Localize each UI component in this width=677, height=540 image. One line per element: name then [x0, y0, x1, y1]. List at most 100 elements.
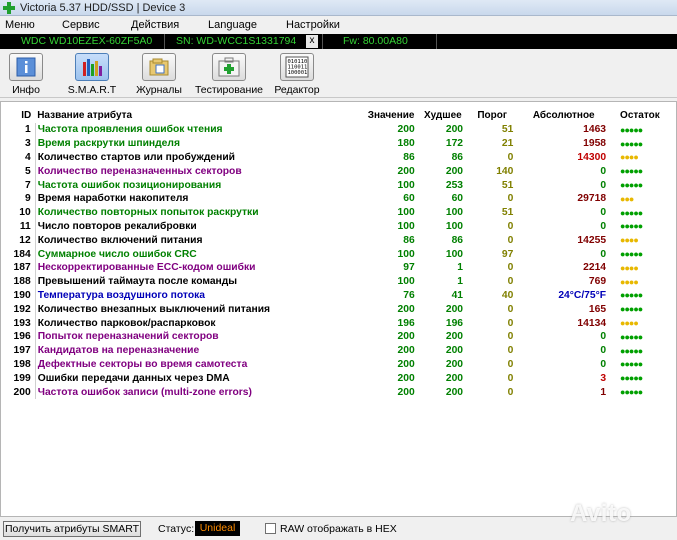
table-row[interactable]: 1 Частота проявления ошибок чтения 200 200 5… [5, 123, 669, 137]
table-row[interactable]: 4 Количество стартов или пробуждений 86 86 0… [5, 150, 669, 165]
svg-text:100001: 100001 [288, 70, 308, 76]
attr-threshold: 0 [507, 234, 514, 246]
smart-button[interactable] [75, 53, 109, 81]
tool-label: Инфо [12, 84, 40, 96]
col-rest[interactable]: Остаток [612, 107, 668, 123]
attr-threshold: 0 [507, 358, 514, 370]
get-smart-button[interactable]: Получить атрибуты SMART [3, 521, 141, 537]
attr-name: Количество повторных попыток раскрутки [34, 205, 366, 220]
attr-rest-indicator: ●●●●● [620, 331, 643, 342]
col-value[interactable]: Значение [366, 107, 421, 123]
table-row[interactable]: 187 Нескорректированные ECC-кодом ошибки 9… [5, 260, 669, 275]
attr-name: Время наработки накопителя [34, 191, 366, 206]
table-row[interactable]: 196 Попыток переназначений секторов 200 200… [5, 329, 669, 344]
attr-worst: 41 [451, 289, 464, 301]
attr-raw: 769 [588, 276, 607, 288]
attr-raw: 0 [600, 331, 607, 343]
attr-id: 184 [13, 248, 31, 260]
attr-id: 198 [13, 358, 31, 370]
attr-raw: 2214 [583, 262, 607, 274]
attr-value: 100 [397, 179, 415, 191]
menu-item-service[interactable]: Сервис [62, 19, 100, 31]
col-raw[interactable]: Абсолютное [519, 107, 612, 123]
attr-raw: 0 [600, 179, 607, 191]
table-row[interactable]: 198 Дефектные секторы во время самотеста 2… [5, 357, 669, 372]
table-row[interactable]: 190 Температура воздушного потока 76 41 40 24… [5, 288, 669, 303]
device-close-button[interactable]: x [306, 35, 318, 48]
table-row[interactable]: 3 Время раскрутки шпинделя 180 172 21 1958 ●●●… [5, 136, 669, 151]
tool-info[interactable]: Инфо [0, 53, 61, 96]
table-row[interactable]: 188 Превышений таймаута после команды 100 1… [5, 274, 669, 289]
table-row[interactable]: 193 Количество парковок/распарковок 196 196… [5, 316, 669, 330]
attr-raw: 0 [600, 207, 607, 219]
table-row[interactable]: 7 Частота ошибок позиционирования 100 253 51… [5, 178, 669, 192]
attr-name: Превышений таймаута после команды [34, 274, 366, 289]
attr-name: Частота ошибок записи (multi-zone errors… [34, 385, 366, 399]
table-row[interactable]: 200 Частота ошибок записи (multi-zone err… [5, 385, 669, 399]
menu-item-language[interactable]: Language [208, 19, 257, 31]
attr-threshold: 0 [507, 372, 514, 384]
attr-worst: 86 [451, 234, 464, 246]
col-name[interactable]: Название атрибута [35, 107, 365, 123]
table-row[interactable]: 184 Суммарное число ошибок CRC 100 100 97 0 ●●… [5, 247, 669, 261]
attr-rest-indicator: ●●●● [620, 152, 639, 163]
raw-hex-checkbox[interactable] [265, 523, 276, 534]
table-row[interactable]: 197 Кандидатов на переназначение 200 200 0 0 ●… [5, 343, 669, 358]
menu-item-main[interactable]: Меню [5, 19, 35, 31]
raw-hex-label[interactable]: RAW отображать в HEX [280, 523, 397, 535]
attr-name: Число повторов рекалибровки [34, 219, 366, 234]
table-row[interactable]: 192 Количество внезапных выключений питан… [5, 302, 669, 317]
tool-editor[interactable]: 010110 110011 100001 Редактор [262, 53, 332, 96]
table-row[interactable]: 12 Количество включений питания 86 86 0 14255… [5, 233, 669, 248]
menu-bar: Меню Сервис Действия Language Настройки [0, 17, 677, 34]
attr-id: 11 [19, 220, 31, 232]
table-row[interactable]: 5 Количество переназначенных секторов 200 2… [5, 164, 669, 179]
attr-value: 200 [397, 358, 415, 370]
table-row[interactable]: 9 Время наработки накопителя 60 60 0 29718 ●●● [5, 191, 669, 206]
menu-item-actions[interactable]: Действия [131, 19, 179, 31]
attr-raw: 24°C/75°F [558, 289, 607, 301]
info-button[interactable] [9, 53, 43, 81]
attr-raw: 0 [600, 345, 607, 357]
attr-raw: 165 [588, 303, 607, 315]
attr-worst: 100 [445, 207, 464, 219]
table-row[interactable]: 11 Число повторов рекалибровки 100 100 0 0 ●●●… [5, 219, 669, 234]
medkit-icon [218, 57, 240, 77]
attr-rest-indicator: ●●●●● [620, 345, 643, 356]
table-row[interactable]: 10 Количество повторных попыток раскрутки… [5, 205, 669, 220]
attr-value: 60 [403, 193, 415, 205]
attr-name: Количество включений питания [34, 233, 366, 248]
col-threshold[interactable]: Порог [469, 107, 519, 123]
device-bar: WDC WD10EZEX-60ZF5A0 SN: WD-WCC1S1331794… [0, 34, 677, 49]
attr-threshold: 0 [507, 345, 514, 357]
attr-name: Частота проявления ошибок чтения [34, 123, 366, 137]
attr-rest-indicator: ●●●● [620, 262, 639, 273]
attr-value: 180 [397, 138, 415, 150]
testing-button[interactable] [212, 53, 246, 81]
table-row[interactable]: 199 Ошибки передачи данных через DMA 200 20… [5, 371, 669, 386]
tool-smart[interactable]: S.M.A.R.T [57, 53, 127, 96]
tool-testing[interactable]: Тестирование [193, 53, 265, 96]
journals-icon [149, 58, 169, 76]
attr-value: 200 [397, 165, 415, 177]
col-id[interactable]: ID [5, 107, 35, 123]
device-firmware: Fw: 80.00A80 [343, 35, 408, 47]
attr-worst: 200 [445, 372, 464, 384]
attr-id: 4 [24, 151, 31, 163]
attr-value: 97 [403, 262, 415, 274]
attr-threshold: 0 [507, 317, 514, 329]
attr-rest-indicator: ●●●● [620, 318, 639, 329]
avito-watermark: Avito [570, 500, 632, 527]
attr-rest-indicator: ●●●●● [620, 124, 643, 135]
attr-worst: 200 [445, 386, 464, 398]
attr-value: 200 [397, 303, 415, 315]
menu-item-settings[interactable]: Настройки [286, 19, 340, 31]
attr-raw: 3 [600, 372, 607, 384]
tool-journals[interactable]: Журналы [124, 53, 194, 96]
col-worst[interactable]: Худшее [421, 107, 469, 123]
attr-threshold: 0 [507, 262, 514, 274]
journals-button[interactable] [142, 53, 176, 81]
attr-raw: 14134 [577, 317, 607, 329]
attr-worst: 100 [445, 248, 464, 260]
editor-button[interactable]: 010110 110011 100001 [280, 53, 314, 81]
